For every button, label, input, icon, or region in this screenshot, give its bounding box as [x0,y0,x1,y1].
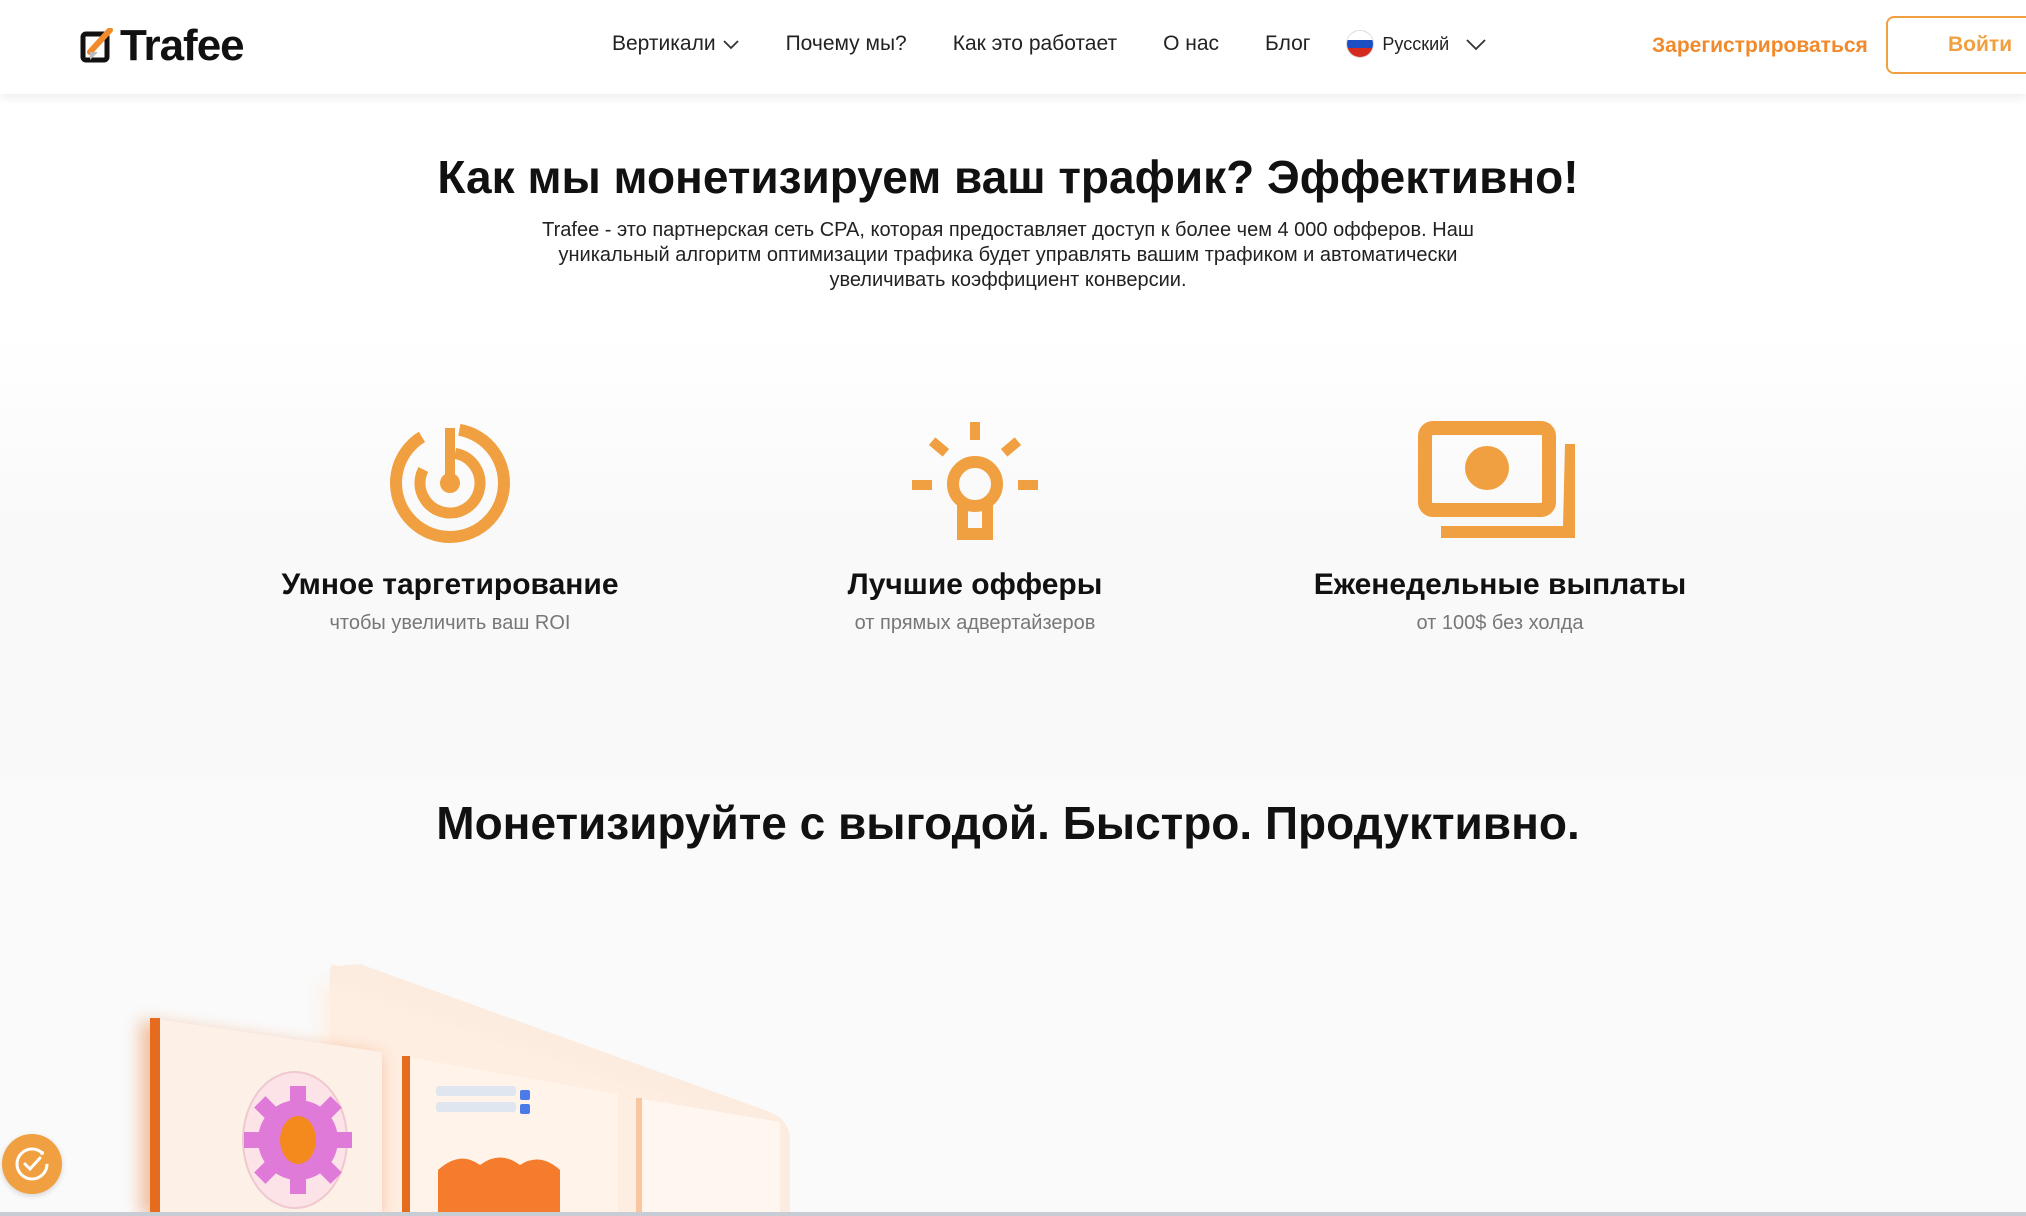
hero-description-line: Trafee - это партнерская сеть CPA, котор… [542,219,1474,241]
feature-subtitle: чтобы увеличить ваш ROI [329,612,571,634]
nav-item-about[interactable]: О нас [1163,32,1219,56]
feature-best-offers: Лучшие офферы от прямых адвертайзеров [735,420,1215,635]
login-button[interactable]: Войти [1886,16,2026,74]
russia-flag-icon [1346,30,1375,58]
nav-item-label: Как это работает [952,32,1118,55]
money-icon [1418,421,1575,538]
dashboard-illustration [140,964,790,1216]
nav-item-why-us[interactable]: Почему мы? [786,32,907,56]
logo-mark-icon [80,28,113,63]
feature-weekly-payouts: Еженедельные выплаты от 100$ без холда [1260,420,1740,635]
register-link[interactable]: Зарегистрироваться [1652,34,1868,58]
logo-text: Trafee [120,21,245,70]
hero-description: Trafee - это партнерская сеть CPA, котор… [500,218,1516,293]
language-selector[interactable]: Русский [1346,30,1487,58]
viewport-bottom-border [0,1212,2026,1216]
hero-description-line: уникальный алгоритм оптимизации трафика … [558,244,1458,266]
main-nav: Вертикали Почему мы? Как это работает О … [612,30,1487,58]
feature-subtitle: от прямых адвертайзеров [854,612,1096,634]
feature-title: Лучшие офферы [847,568,1103,601]
cookie-check-icon [15,1147,49,1181]
chevron-down-icon [722,40,739,50]
feature-smart-targeting: Умное таргетирование чтобы увеличить ваш… [210,420,690,635]
nav-item-how-it-works[interactable]: Как это работает [953,32,1117,56]
chevron-down-icon [1466,39,1486,51]
nav-item-verticals[interactable]: Вертикали [612,32,740,56]
nav-item-label: О нас [1163,32,1220,55]
feature-subtitle: от 100$ без холда [1416,612,1584,634]
section-title: Монетизируйте с выгодой. Быстро. Продукт… [436,797,1580,849]
language-label: Русский [1382,33,1450,54]
nav-item-blog[interactable]: Блог [1265,32,1310,56]
nav-item-label: Почему мы? [785,32,907,55]
feature-title: Умное таргетирование [281,568,619,601]
page: Trafee Вертикали Почему мы? Как это рабо… [0,0,2026,1216]
nav-item-label: Вертикали [612,32,716,55]
cookie-consent-button[interactable] [2,1134,62,1194]
target-icon [390,423,510,543]
site-header: Trafee Вертикали Почему мы? Как это рабо… [0,0,2026,94]
hero-title: Как мы монетизируем ваш трафик? Эффектив… [437,151,1579,203]
logo[interactable]: Trafee [80,21,245,70]
hero-description-line: увеличивать коэффициент конверсии. [829,269,1187,291]
lightbulb-icon [912,422,1038,540]
nav-item-label: Блог [1265,32,1311,55]
feature-title: Еженедельные выплаты [1313,568,1687,601]
